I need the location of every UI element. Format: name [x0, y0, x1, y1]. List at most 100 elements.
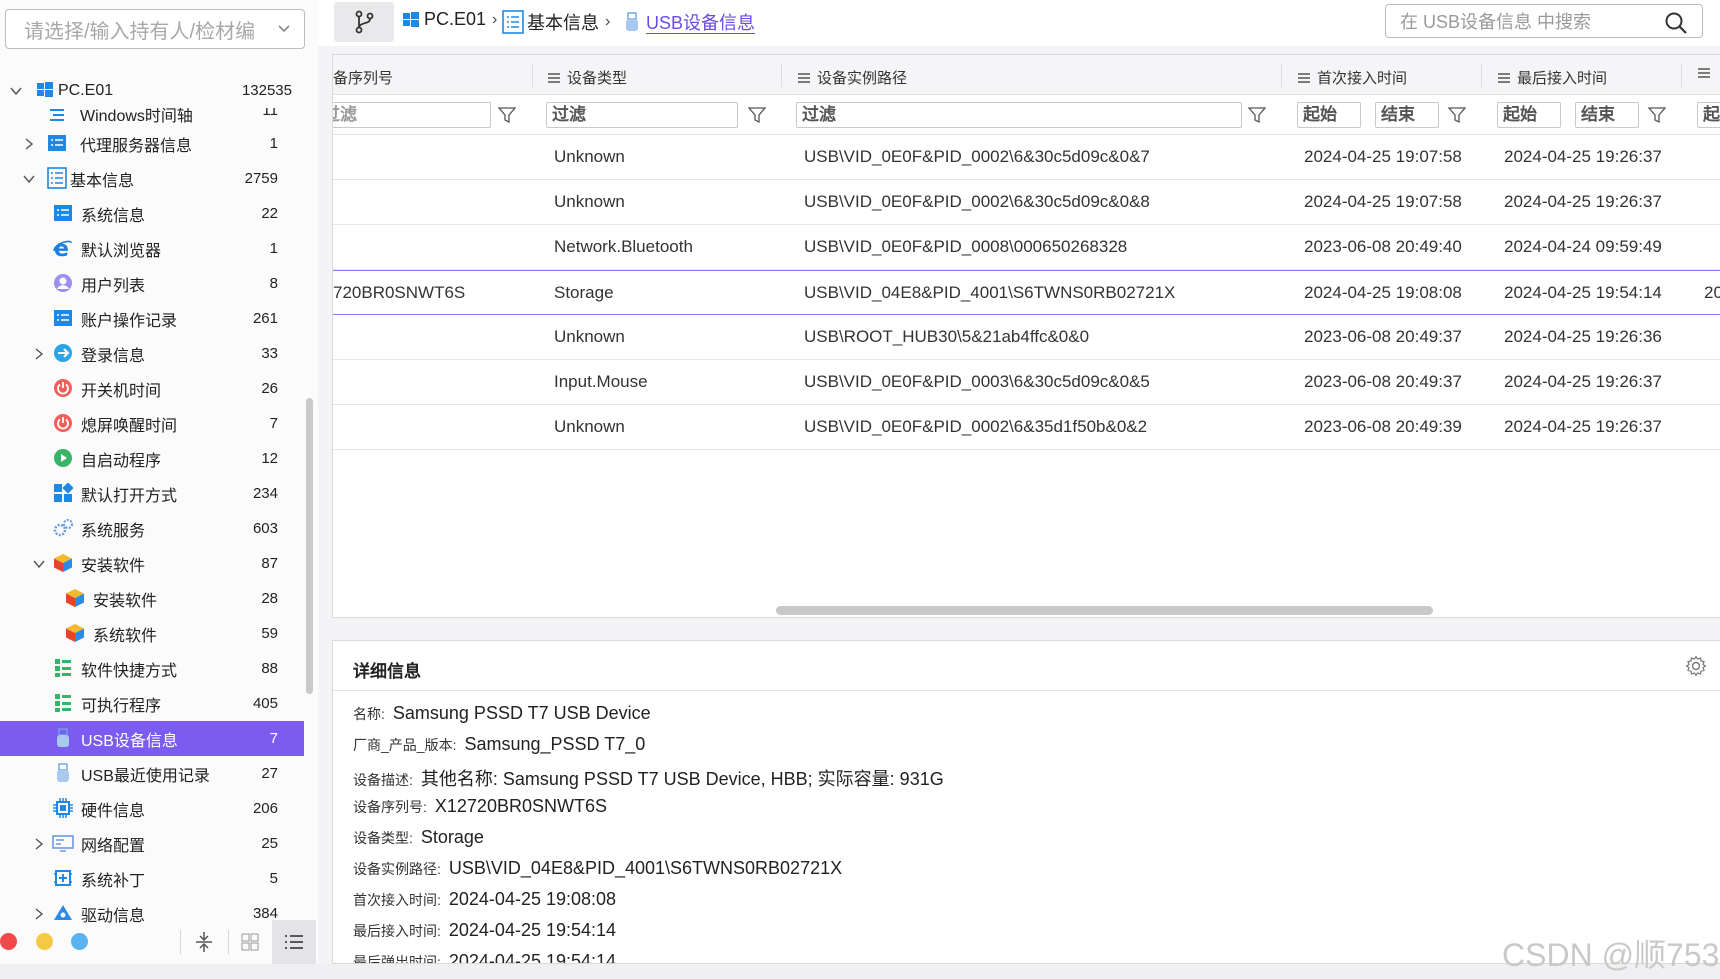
column-menu-icon[interactable] — [797, 72, 811, 84]
table-row[interactable]: 720BR0SNWT6S Storage USB\VID_04E8&PID_4001… — [333, 270, 1720, 315]
red-dot-icon[interactable] — [0, 933, 17, 950]
chevron-right-icon[interactable] — [32, 837, 46, 851]
column-menu-icon[interactable] — [1297, 72, 1311, 84]
sidebar: 请选择/输入持有人/检材编 PC.E01 132535 Windows时间轴 11 代理… — [0, 0, 318, 964]
tree-item[interactable]: 安装软件 87 — [0, 546, 304, 581]
chevron-right-icon[interactable] — [22, 137, 36, 151]
serial-filter-input[interactable]: 过滤 — [333, 102, 491, 128]
tree-item[interactable]: 熄屏唤醒时间 7 — [0, 406, 304, 441]
column-header-first-time[interactable]: 首次接入时间 — [1297, 67, 1407, 88]
cell-type: Storage — [554, 283, 614, 302]
tree-item[interactable]: USB最近使用记录 27 — [0, 756, 304, 791]
tree-item[interactable]: USB设备信息 7 — [0, 721, 304, 756]
filter-icon[interactable] — [748, 106, 766, 124]
list-view-icon[interactable] — [272, 920, 316, 964]
column-divider[interactable] — [781, 63, 782, 87]
extra-start-input[interactable]: 起始 — [1697, 102, 1720, 128]
table-row[interactable]: Unknown USB\VID_0E0F&PID_0002\6&30c5d09c&… — [333, 180, 1720, 225]
breadcrumb-usb-info[interactable]: USB设备信息 — [624, 9, 755, 35]
tree-item-label: 默认浏览器 — [81, 242, 162, 260]
tree-item[interactable]: 系统补丁 5 — [0, 861, 304, 896]
column-header-path[interactable]: 设备实例路径 — [797, 67, 907, 88]
gear-icon[interactable] — [1685, 655, 1707, 677]
tree-item[interactable]: 系统软件 59 — [0, 616, 304, 651]
account-log-icon — [52, 307, 74, 329]
chevron-down-icon[interactable] — [32, 557, 46, 571]
column-header-extra[interactable] — [1697, 67, 1717, 79]
last-time-end-input[interactable]: 结束 — [1575, 102, 1639, 128]
table-row[interactable]: Unknown USB\VID_0E0F&PID_0002\6&35d1f50b&… — [333, 405, 1720, 450]
chevron-right-icon[interactable] — [32, 907, 46, 921]
tree-item[interactable]: 软件快捷方式 88 — [0, 651, 304, 686]
tree-item[interactable]: 自启动程序 12 — [0, 441, 304, 476]
detail-field-value: 2024-04-25 19:54:14 — [448, 951, 617, 964]
yellow-dot-icon[interactable] — [36, 933, 53, 950]
column-header-type[interactable]: 设备类型 — [547, 67, 627, 88]
tree-item[interactable]: 系统信息 22 — [0, 196, 304, 231]
table-row[interactable]: Unknown USB\VID_0E0F&PID_0002\6&30c5d09c&… — [333, 135, 1720, 180]
column-header-last-time[interactable]: 最后接入时间 — [1497, 67, 1607, 88]
horizontal-scrollbar[interactable] — [776, 606, 1433, 615]
tree-item-label: 开关机时间 — [81, 382, 162, 400]
tree-item[interactable]: 安装软件 28 — [0, 581, 304, 616]
tree-item[interactable]: 默认打开方式 234 — [0, 476, 304, 511]
tree-item[interactable]: 用户列表 8 — [0, 266, 304, 301]
tree-item[interactable]: 可执行程序 405 — [0, 686, 304, 721]
column-menu-icon[interactable] — [1697, 67, 1711, 79]
sidebar-footer — [0, 920, 318, 964]
table-row[interactable]: Network.Bluetooth USB\VID_0E0F&PID_0008\0… — [333, 225, 1720, 270]
shortcut-list-icon — [52, 657, 74, 679]
tree-item[interactable]: e 默认浏览器 1 — [0, 231, 304, 266]
breadcrumb-pc[interactable]: PC.E01 › — [402, 9, 503, 30]
column-header-serial-label: 备序列号 — [333, 70, 394, 87]
tree-item[interactable]: 硬件信息 206 — [0, 791, 304, 826]
branch-button[interactable] — [334, 2, 394, 42]
tree-item[interactable]: 系统服务 603 — [0, 511, 304, 546]
search-icon[interactable] — [1664, 11, 1688, 35]
tree-item[interactable]: 基本信息 2759 — [0, 161, 304, 196]
breadcrumb-basic-info[interactable]: 基本信息 › — [502, 9, 616, 35]
cell-extra: 20 — [1704, 283, 1720, 302]
last-time-start-input[interactable]: 起始 — [1497, 102, 1561, 128]
filter-icon[interactable] — [498, 106, 516, 124]
chevron-down-icon[interactable] — [22, 172, 36, 186]
chevron-down-icon[interactable] — [9, 84, 23, 98]
tree-item[interactable]: 登录信息 33 — [0, 336, 304, 371]
first-time-start-input[interactable]: 起始 — [1297, 102, 1361, 128]
column-header-serial[interactable]: 备序列号 — [333, 67, 393, 88]
tree-item[interactable]: Windows时间轴 11 — [0, 108, 304, 126]
detail-field: 设备描述: 其他名称: Samsung PSSD T7 USB Device, H… — [353, 765, 944, 791]
tree-item[interactable]: 账户操作记录 261 — [0, 301, 304, 336]
first-time-end-input[interactable]: 结束 — [1375, 102, 1439, 128]
column-divider[interactable] — [1681, 63, 1682, 87]
column-menu-icon[interactable] — [547, 72, 561, 84]
tree-item-label: 可执行程序 — [81, 697, 162, 715]
filter-icon[interactable] — [1248, 106, 1266, 124]
column-menu-icon[interactable] — [1497, 72, 1511, 84]
detail-field: 厂商_产品_版本: Samsung_PSSD T7_0 — [353, 734, 645, 755]
column-header-last-time-label: 最后接入时间 — [1517, 70, 1608, 87]
owner-select[interactable]: 请选择/输入持有人/检材编 — [5, 9, 305, 49]
column-divider[interactable] — [1481, 63, 1482, 87]
blue-dot-icon[interactable] — [71, 933, 88, 950]
tree-item[interactable]: PC.E01 132535 — [0, 73, 304, 108]
type-filter-input[interactable]: 过滤 — [546, 102, 738, 128]
table-row[interactable]: Input.Mouse USB\VID_0E0F&PID_0003\6&30c5d… — [333, 360, 1720, 405]
table-row[interactable]: Unknown USB\ROOT_HUB30\5&21ab4ffc&0&0 2023… — [333, 315, 1720, 360]
tree-item[interactable]: 开关机时间 26 — [0, 371, 304, 406]
column-divider[interactable] — [1281, 63, 1282, 87]
tree-item-label: 基本信息 — [70, 172, 135, 190]
path-filter-input[interactable]: 过滤 — [796, 102, 1242, 128]
tree-item[interactable]: 代理服务器信息 1 — [0, 126, 304, 161]
tree-item[interactable]: 网络配置 25 — [0, 826, 304, 861]
chevron-right-icon[interactable] — [32, 347, 46, 361]
column-divider[interactable] — [532, 63, 533, 87]
grid-view-icon[interactable] — [236, 928, 264, 956]
search-input[interactable]: 在 USB设备信息 中搜索 — [1385, 4, 1703, 38]
filter-icon[interactable] — [1448, 106, 1466, 124]
tree-item-count: 7 — [269, 730, 278, 747]
sidebar-scrollbar[interactable] — [306, 398, 313, 694]
collapse-all-icon[interactable] — [190, 928, 218, 956]
filter-icon[interactable] — [1648, 106, 1666, 124]
detail-field: 设备实例路径: USB\VID_04E8&PID_4001\S6TWNS0RB02… — [353, 858, 842, 879]
